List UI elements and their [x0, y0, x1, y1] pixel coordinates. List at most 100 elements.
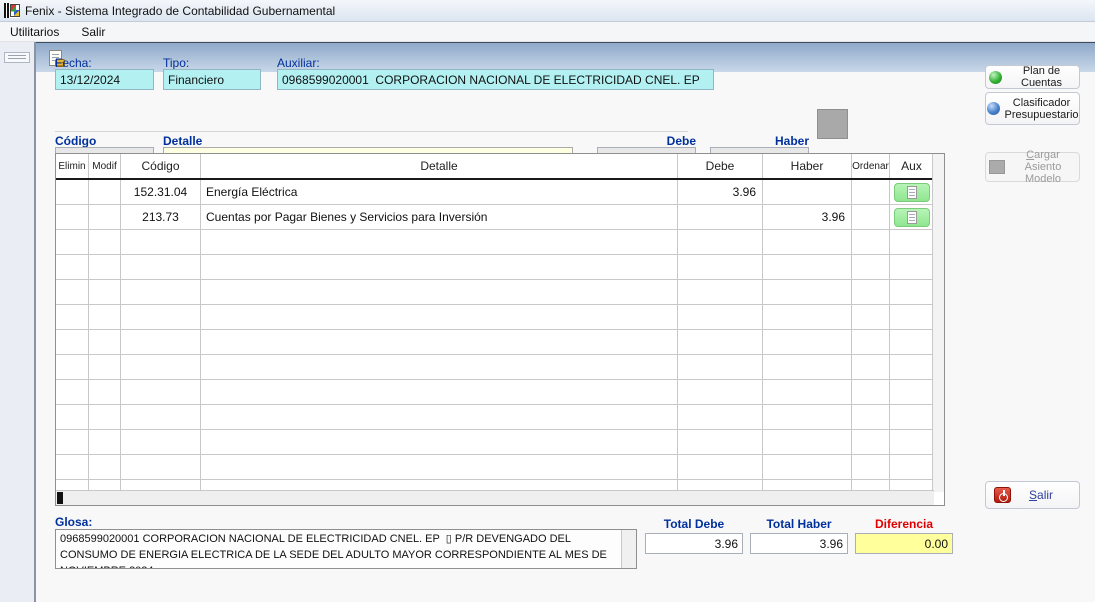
toolbar	[36, 42, 1095, 72]
app-icon	[4, 3, 20, 18]
table-row-empty[interactable]	[56, 430, 944, 455]
table-row-empty[interactable]	[56, 480, 944, 490]
table-row-empty[interactable]	[56, 280, 944, 305]
col-header-debe[interactable]: Debe	[678, 154, 763, 178]
salir-button[interactable]: Salir	[985, 481, 1080, 509]
ordenar-cell	[852, 355, 890, 380]
glosa-textarea[interactable]: 0968599020001 CORPORACION NACIONAL DE EL…	[56, 530, 621, 568]
debe-cell: 3.96	[678, 180, 763, 205]
table-row-empty[interactable]	[56, 455, 944, 480]
auxiliar-input[interactable]	[277, 69, 714, 90]
table-row-empty[interactable]	[56, 305, 944, 330]
modify-cell	[89, 405, 121, 430]
debe-cell	[678, 255, 763, 280]
scrollbar-thumb[interactable]	[57, 492, 63, 504]
detalle-cell	[201, 280, 678, 305]
document-icon	[907, 211, 917, 224]
delete-cell	[56, 355, 89, 380]
codigo-cell	[121, 405, 201, 430]
detalle-cell: Energía Eléctrica	[201, 180, 678, 205]
codigo-cell	[121, 280, 201, 305]
col-header-haber[interactable]: Haber	[763, 154, 852, 178]
aux-button[interactable]	[894, 183, 930, 202]
cargar-asiento-modelo-button[interactable]: Cargar Asiento Modelo	[985, 152, 1080, 182]
debe-cell	[678, 405, 763, 430]
delete-cell	[56, 380, 89, 405]
detalle-label: Detalle	[163, 134, 202, 148]
haber-cell	[763, 455, 852, 480]
detalle-cell	[201, 380, 678, 405]
table-row-empty[interactable]	[56, 405, 944, 430]
table-row-empty[interactable]	[56, 230, 944, 255]
delete-cell	[56, 255, 89, 280]
col-header-ordenar[interactable]: Ordenar	[852, 154, 890, 178]
haber-label: Haber	[710, 134, 809, 148]
haber-cell	[763, 255, 852, 280]
add-entry-button[interactable]	[817, 109, 848, 139]
table-row-empty[interactable]	[56, 330, 944, 355]
menu-salir[interactable]: Salir	[79, 23, 107, 41]
modify-cell	[89, 255, 121, 280]
total-haber-field	[750, 533, 848, 554]
detalle-cell	[201, 305, 678, 330]
table-row[interactable]: 213.73Cuentas por Pagar Bienes y Servici…	[56, 205, 944, 230]
window-title: Fenix - Sistema Integrado de Contabilida…	[25, 4, 335, 18]
delete-cell	[56, 455, 89, 480]
diferencia-label: Diferencia	[855, 517, 953, 531]
ordenar-cell	[852, 230, 890, 255]
aux-cell	[890, 230, 934, 255]
table-header: Elimin Modif Código Detalle Debe Haber O…	[56, 154, 944, 180]
menu-utilitarios[interactable]: Utilitarios	[8, 23, 61, 41]
diferencia-field	[855, 533, 953, 554]
table-body: 152.31.04Energía Eléctrica3.96213.73Cuen…	[56, 180, 944, 490]
haber-cell: 3.96	[763, 205, 852, 230]
aux-button[interactable]	[894, 208, 930, 227]
col-header-modif[interactable]: Modif	[89, 154, 121, 178]
col-header-codigo[interactable]: Código	[121, 154, 201, 178]
debe-cell	[678, 355, 763, 380]
clasificador-presupuestario-button[interactable]: Clasificador Presupuestario	[985, 92, 1080, 125]
table-horizontal-scrollbar[interactable]	[56, 490, 934, 505]
haber-cell	[763, 180, 852, 205]
ordenar-cell	[852, 280, 890, 305]
aux-cell	[890, 330, 934, 355]
table-row-empty[interactable]	[56, 380, 944, 405]
modify-cell	[89, 180, 121, 205]
plan-de-cuentas-label: Plan de Cuentas	[1007, 65, 1076, 89]
blue-sphere-icon	[987, 102, 1000, 115]
table-row-empty[interactable]	[56, 255, 944, 280]
detalle-cell	[201, 480, 678, 490]
modify-cell	[89, 480, 121, 490]
table-row[interactable]: 152.31.04Energía Eléctrica3.96	[56, 180, 944, 205]
ordenar-cell	[852, 405, 890, 430]
haber-cell	[763, 430, 852, 455]
debe-cell	[678, 230, 763, 255]
fecha-input[interactable]	[55, 69, 154, 90]
codigo-cell	[121, 305, 201, 330]
codigo-cell	[121, 480, 201, 490]
tipo-input[interactable]	[163, 69, 261, 90]
codigo-label: Código	[55, 134, 96, 148]
col-header-elimin[interactable]: Elimin	[56, 154, 89, 178]
aux-cell	[890, 180, 934, 205]
haber-cell	[763, 355, 852, 380]
delete-cell	[56, 430, 89, 455]
col-header-aux[interactable]: Aux	[890, 154, 934, 178]
detalle-cell: Cuentas por Pagar Bienes y Servicios par…	[201, 205, 678, 230]
tipo-label: Tipo:	[163, 56, 189, 70]
delete-cell	[56, 305, 89, 330]
table-vertical-scrollbar[interactable]	[932, 154, 944, 492]
delete-cell	[56, 205, 89, 230]
panel-grip[interactable]	[4, 52, 30, 63]
col-header-detalle[interactable]: Detalle	[201, 154, 678, 178]
entries-table: Elimin Modif Código Detalle Debe Haber O…	[55, 153, 945, 506]
plan-de-cuentas-button[interactable]: Plan de Cuentas	[985, 65, 1080, 89]
detalle-cell	[201, 405, 678, 430]
modify-cell	[89, 205, 121, 230]
glosa-scrollbar[interactable]	[621, 530, 636, 568]
ordenar-cell	[852, 205, 890, 230]
table-row-empty[interactable]	[56, 355, 944, 380]
codigo-cell	[121, 330, 201, 355]
aux-cell	[890, 280, 934, 305]
aux-cell	[890, 455, 934, 480]
